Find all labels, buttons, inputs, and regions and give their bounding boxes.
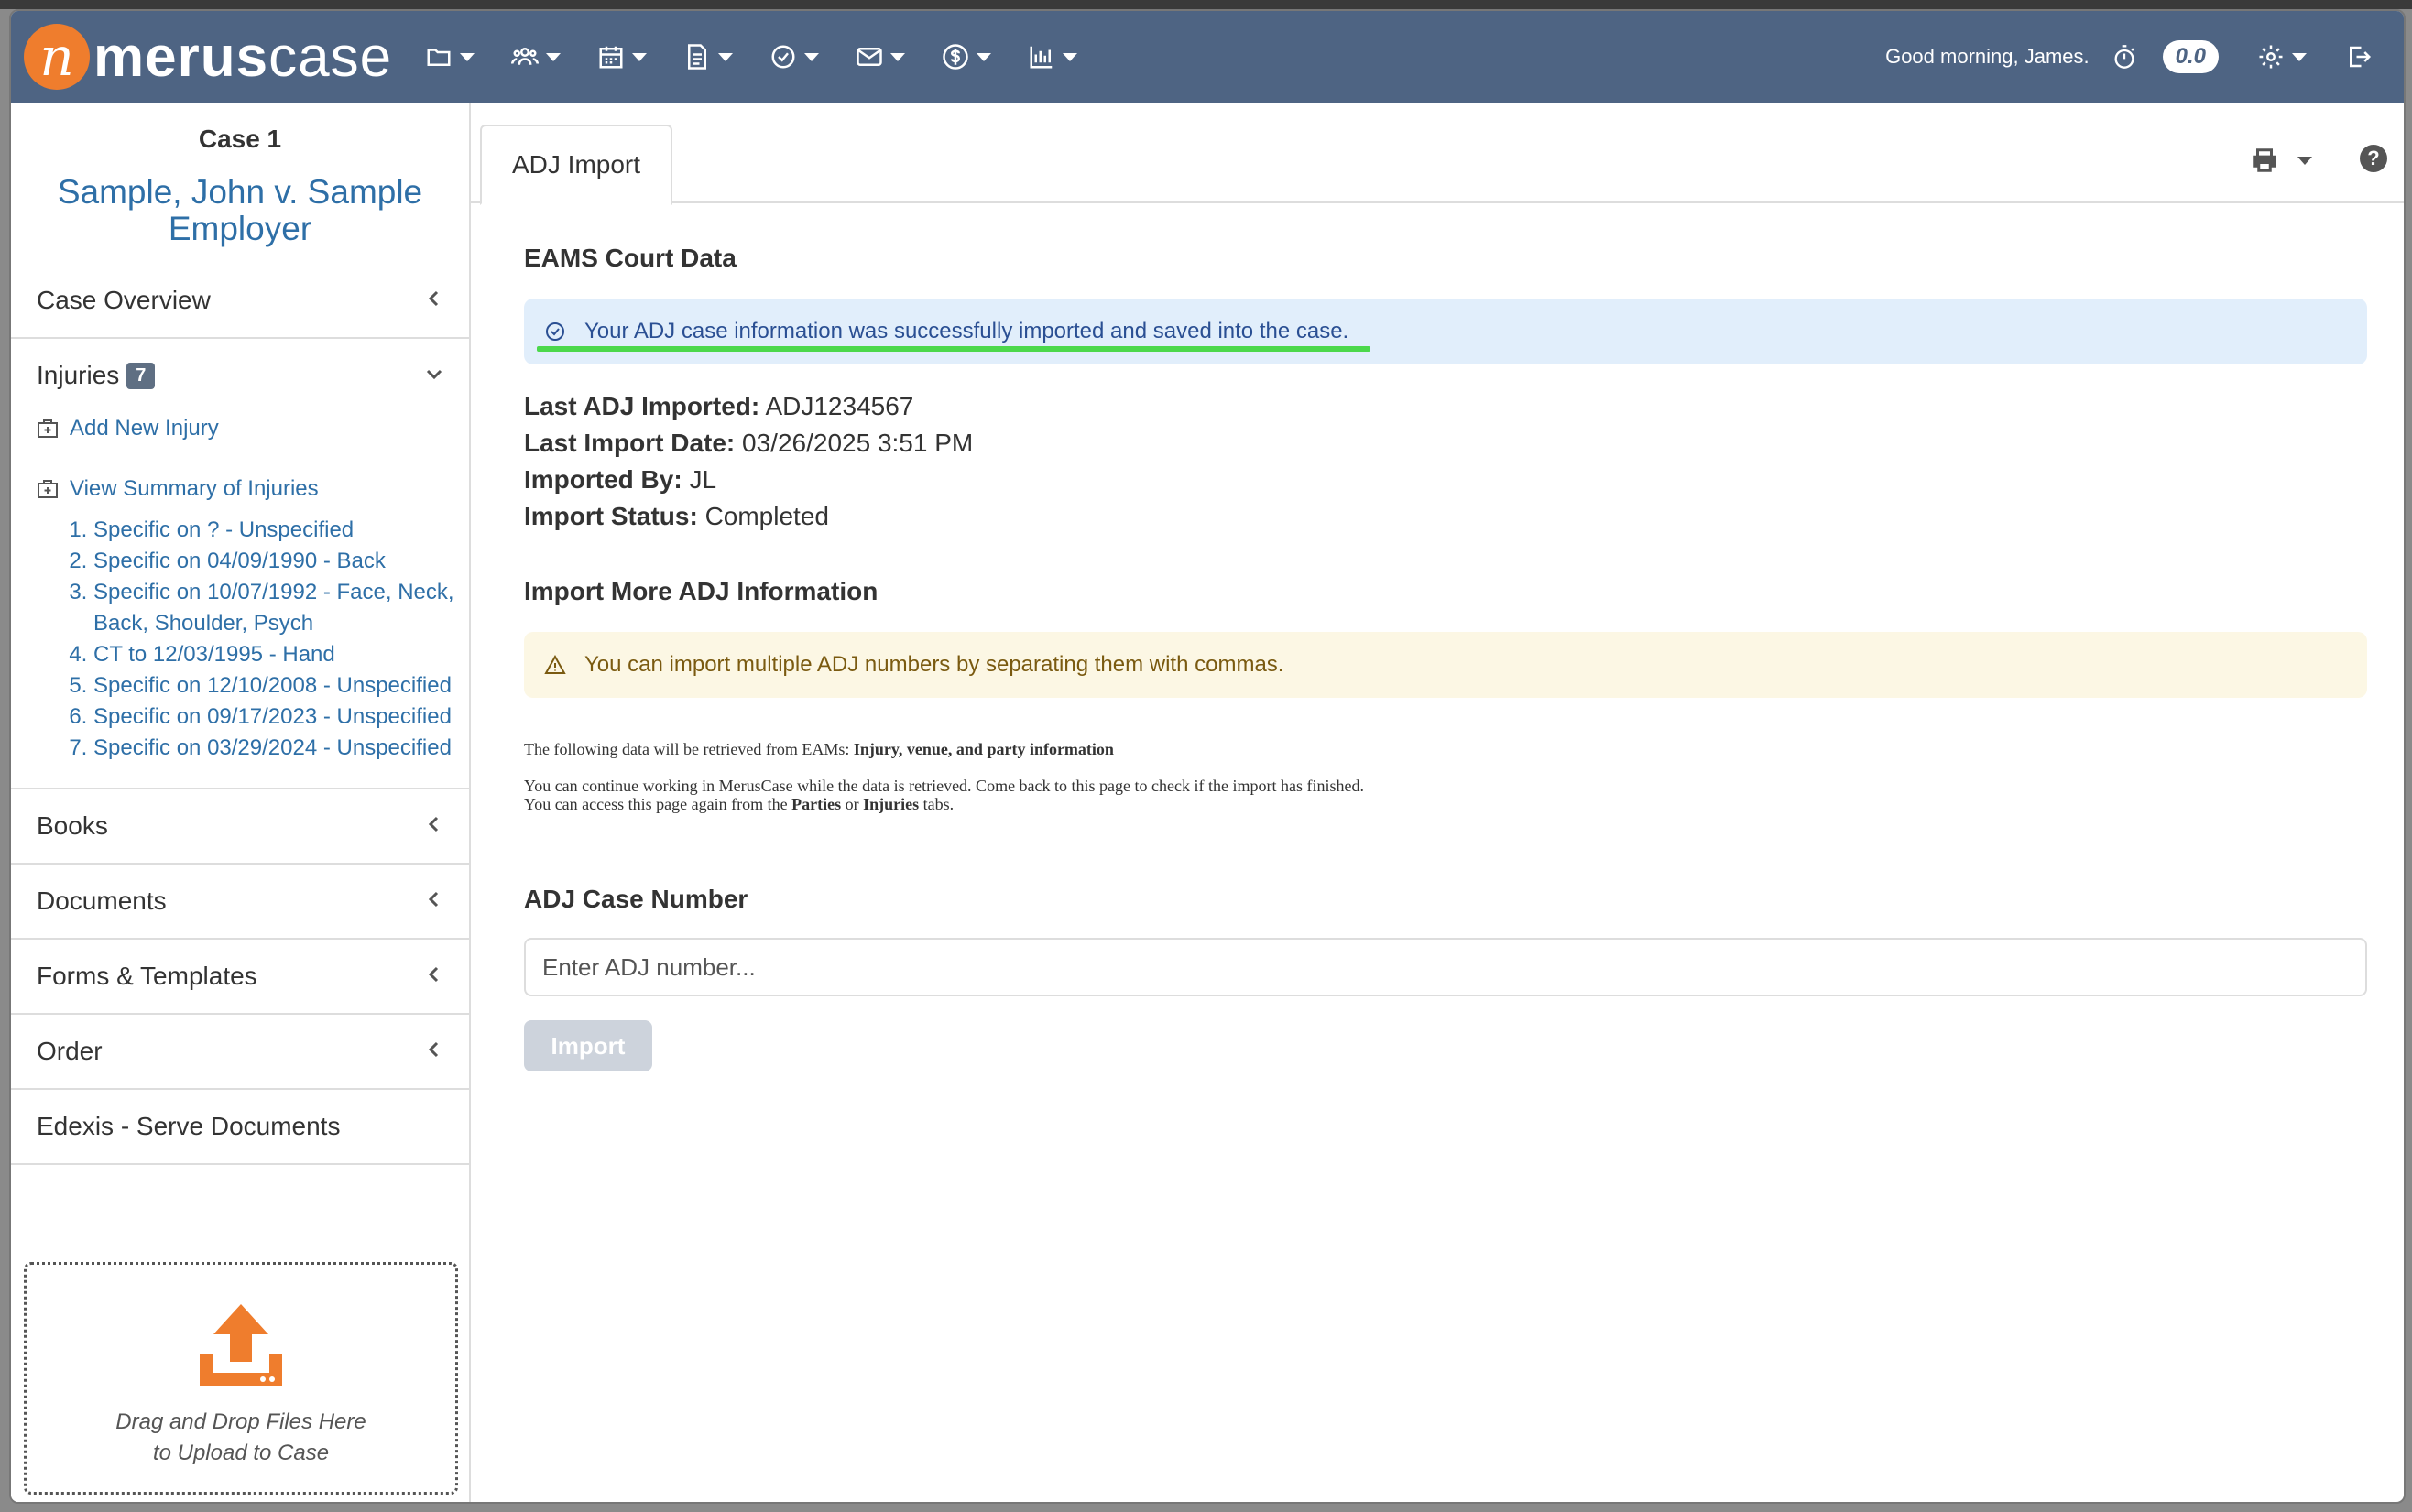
add-new-injury-link[interactable]: Add New Injury (11, 408, 469, 449)
help-icon[interactable]: ? (2360, 145, 2387, 172)
injury-item[interactable]: Specific on 03/29/2024 - Unspecified (93, 733, 469, 764)
check-circle-icon (771, 45, 795, 69)
nav-documents-menu[interactable] (683, 43, 734, 71)
calendar-icon (599, 46, 623, 69)
import-more-heading: Import More ADJ Information (524, 577, 879, 605)
case-title[interactable]: Sample, John v. Sample Employer (11, 174, 469, 247)
sidebar-item-label: Forms & Templates (37, 962, 257, 990)
file-dropzone[interactable]: Drag and Drop Files Here to Upload to Ca… (24, 1262, 458, 1495)
sidebar-books[interactable]: Books (11, 789, 469, 865)
add-new-injury-label: Add New Injury (70, 416, 219, 441)
settings-menu[interactable] (2257, 43, 2307, 71)
stopwatch-icon[interactable] (2112, 44, 2137, 70)
import-button[interactable]: Import (524, 1020, 652, 1071)
continue-note: You can continue working in MerusCase wh… (524, 777, 1364, 813)
gear-icon (2259, 45, 2283, 69)
adj-number-input[interactable] (524, 938, 2367, 996)
injury-item[interactable]: Specific on 10/07/1992 - Face, Neck, Bac… (93, 577, 469, 639)
upload-icon (200, 1304, 282, 1386)
imported-by: Imported By: JL (524, 465, 717, 494)
warning-icon (544, 654, 566, 674)
eams-heading: EAMS Court Data (524, 244, 737, 272)
print-menu-button[interactable] (2250, 147, 2312, 174)
sidebar-case-overview[interactable]: Case Overview (11, 264, 469, 339)
chevron-down-icon (426, 369, 442, 380)
top-navbar: n meruscase Good morning, James. 0.0 (11, 11, 2404, 103)
case-number: Case 1 (198, 125, 282, 153)
nav-messages-menu[interactable] (856, 43, 906, 71)
tab-bar: ADJ Import ? (471, 103, 2404, 205)
injury-item[interactable]: Specific on ? - Unspecified (93, 515, 469, 546)
sidebar-item-label: Case Overview (37, 286, 211, 314)
sidebar-item-label: Documents (37, 887, 167, 915)
logout-icon[interactable] (2345, 43, 2373, 71)
window-top-strip (0, 0, 2412, 9)
highlight-underline (537, 346, 1370, 352)
meruscase-logo[interactable]: n meruscase (24, 24, 392, 90)
greeting-text: Good morning, James. (1885, 45, 2090, 68)
medical-kit-icon (38, 419, 58, 438)
sidebar-forms-templates[interactable]: Forms & Templates (11, 940, 469, 1015)
warning-alert: You can import multiple ADJ numbers by s… (524, 632, 2367, 698)
check-circle-icon (546, 322, 564, 341)
bar-chart-icon (1030, 46, 1053, 69)
printer-icon (2253, 148, 2276, 172)
sidebar-injuries[interactable]: Injuries 7 (11, 339, 469, 412)
users-icon (511, 48, 540, 65)
nav-menu (425, 43, 1114, 71)
adj-case-number-heading: ADJ Case Number (524, 885, 748, 913)
injury-item[interactable]: CT to 12/03/1995 - Hand (93, 639, 469, 670)
sidebar-injuries-panel: Injuries 7 Add New Injury View Summary o… (11, 339, 469, 789)
tab-adj-import[interactable]: ADJ Import (480, 125, 672, 205)
nav-billing-menu[interactable] (942, 43, 992, 71)
last-adj-imported: Last ADJ Imported: ADJ1234567 (524, 392, 914, 420)
success-message: Your ADJ case information was successful… (584, 319, 1349, 343)
injury-item[interactable]: Specific on 04/09/1990 - Back (93, 546, 469, 577)
injury-item[interactable]: Specific on 09/17/2023 - Unspecified (93, 702, 469, 733)
nav-reports-menu[interactable] (1028, 43, 1078, 71)
dollar-icon (943, 44, 968, 70)
injury-list: Specific on ? - Unspecified Specific on … (11, 515, 469, 764)
warning-message: You can import multiple ADJ numbers by s… (584, 652, 1284, 677)
sidebar-documents[interactable]: Documents (11, 865, 469, 940)
nav-tasks-menu[interactable] (769, 43, 820, 71)
chevron-left-icon (428, 966, 439, 983)
logo-wordmark: meruscase (93, 25, 393, 89)
last-import-date: Last Import Date: 03/26/2025 3:51 PM (524, 429, 974, 457)
caret-down-icon (2297, 156, 2312, 165)
folder-icon (427, 49, 451, 66)
sidebar-order[interactable]: Order (11, 1015, 469, 1090)
injuries-count-badge: 7 (126, 362, 156, 389)
chevron-left-icon (428, 1041, 439, 1058)
view-summary-label: View Summary of Injuries (70, 476, 319, 501)
import-status: Import Status: Completed (524, 502, 829, 530)
document-icon (688, 44, 707, 70)
main-panel: ADJ Import ? EAMS Court Data Your ADJ ca… (471, 103, 2404, 1502)
nav-contacts-menu[interactable] (511, 43, 562, 71)
medical-kit-icon (38, 480, 58, 498)
success-alert: Your ADJ case information was successful… (524, 299, 2367, 364)
adj-import-content: EAMS Court Data Your ADJ case informatio… (524, 244, 2367, 1071)
app-window: n meruscase Good morning, James. 0.0 Cas… (9, 9, 2406, 1504)
sidebar-item-label: Books (37, 811, 108, 840)
nav-cases-menu[interactable] (425, 43, 475, 71)
chevron-left-icon (428, 290, 439, 307)
case-sidebar: Case 1 Sample, John v. Sample Employer C… (11, 103, 471, 1502)
import-summary: Last ADJ Imported: ADJ1234567 Last Impor… (524, 388, 2367, 535)
sidebar-edexis-serve-documents[interactable]: Edexis - Serve Documents (11, 1090, 469, 1165)
dropzone-text: Drag and Drop Files Here to Upload to Ca… (115, 1409, 366, 1465)
logo-mark: n (24, 24, 90, 90)
navbar-right: Good morning, James. 0.0 (1885, 11, 2404, 103)
chevron-left-icon (428, 891, 439, 908)
sidebar-item-label: Edexis - Serve Documents (37, 1112, 341, 1140)
view-summary-injuries-link[interactable]: View Summary of Injuries (11, 469, 469, 509)
envelope-icon (857, 48, 882, 66)
chevron-left-icon (428, 816, 439, 832)
nav-calendar-menu[interactable] (597, 43, 648, 71)
retrieval-note: The following data will be retrieved fro… (524, 740, 1114, 758)
timer-badge[interactable]: 0.0 (2162, 40, 2219, 73)
sidebar-item-label: Injuries (37, 361, 120, 389)
sidebar-item-label: Order (37, 1037, 103, 1065)
injury-item[interactable]: Specific on 12/10/2008 - Unspecified (93, 670, 469, 702)
